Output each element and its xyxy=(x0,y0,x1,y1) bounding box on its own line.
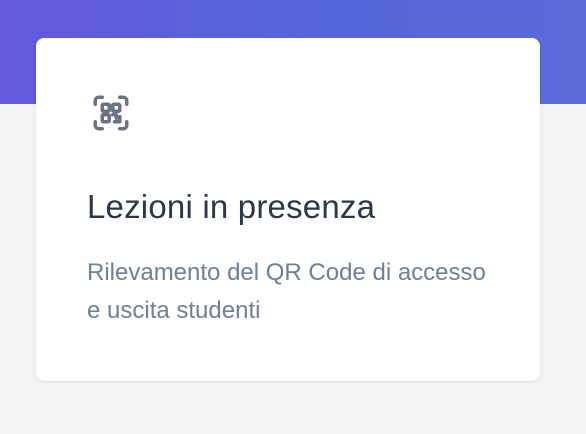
qr-code-scan-icon xyxy=(93,95,129,131)
feature-card-lezioni-in-presenza[interactable]: Lezioni in presenza Rilevamento del QR C… xyxy=(36,38,540,381)
card-title: Lezioni in presenza xyxy=(87,188,376,225)
card-description: Rilevamento del QR Code di accesso e usc… xyxy=(87,259,486,324)
page: Lezioni in presenza Rilevamento del QR C… xyxy=(0,0,586,434)
